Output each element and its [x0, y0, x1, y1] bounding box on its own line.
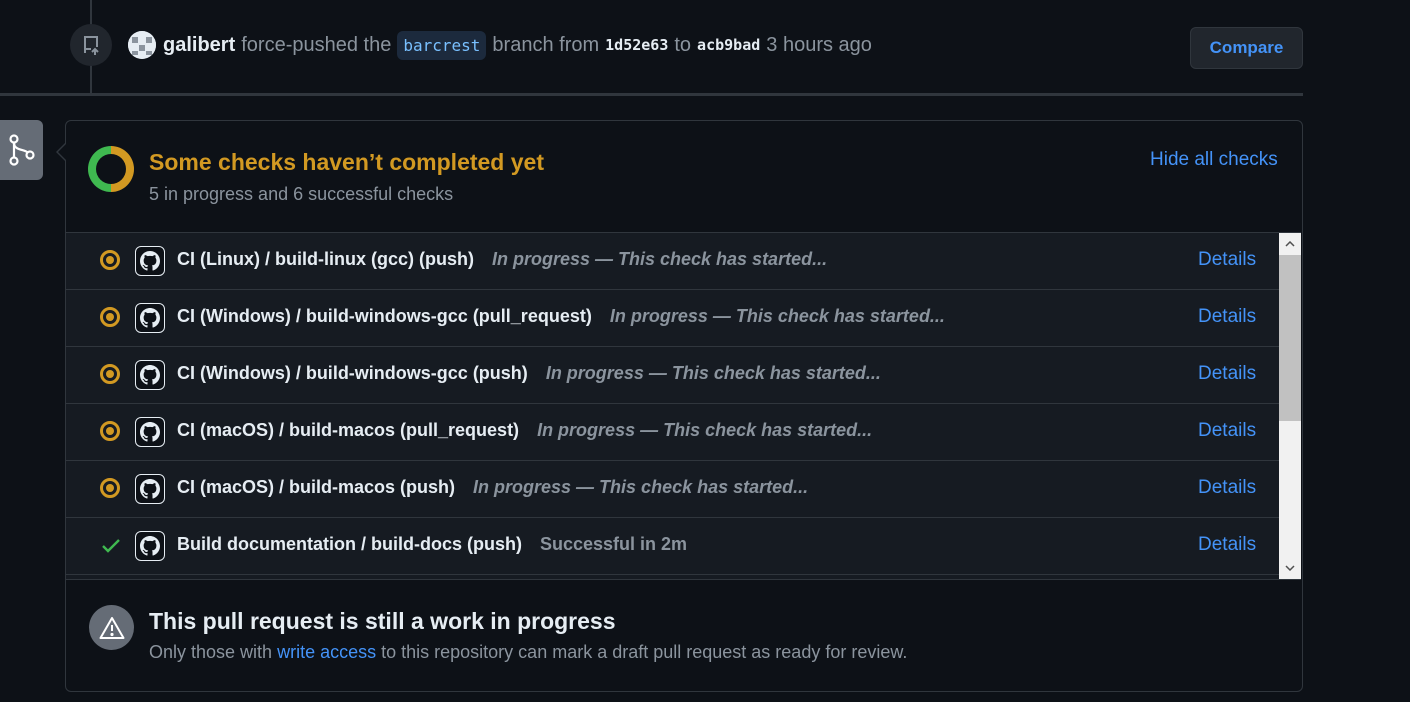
- check-description: In progress — This check has started...: [545, 363, 881, 383]
- write-access-link[interactable]: write access: [277, 642, 376, 662]
- draft-status-text: Only those with write access to this rep…: [149, 642, 907, 663]
- checks-subtitle: 5 in progress and 6 successful checks: [149, 184, 454, 204]
- check-name: CI (Linux) / build-linux (gcc) (push) In …: [177, 249, 827, 270]
- checks-progress-ring: [88, 146, 134, 192]
- check-description: In progress — This check has started...: [473, 477, 809, 497]
- hide-all-checks-link[interactable]: Hide all checks: [1150, 149, 1278, 171]
- check-description: In progress — This check has started...: [491, 249, 828, 269]
- actor-link[interactable]: galibert: [163, 34, 235, 57]
- compare-button[interactable]: Compare: [1190, 27, 1303, 69]
- details-link[interactable]: Details: [1198, 534, 1256, 556]
- repo-push-icon: [70, 24, 112, 66]
- check-name-text: CI (macOS) / build-macos (push): [177, 477, 456, 497]
- check-name-text: CI (Windows) / build-windows-gcc (pull_r…: [177, 306, 592, 326]
- check-name-text: CI (Windows) / build-windows-gcc (push): [177, 363, 528, 383]
- details-link[interactable]: Details: [1198, 420, 1256, 442]
- event-from-text: branch from: [492, 33, 600, 56]
- event-timestamp[interactable]: 3 hours ago: [766, 34, 872, 57]
- checks-title: Some checks haven’t completed yet: [149, 149, 544, 175]
- check-list[interactable]: CI (Linux) / build-linux (gcc) (push) In …: [66, 232, 1301, 580]
- alert-icon: [89, 605, 134, 650]
- dot-fill-icon: [100, 478, 122, 500]
- details-link[interactable]: Details: [1198, 306, 1256, 328]
- github-mark-icon: [135, 360, 165, 390]
- check-list-scrollbar[interactable]: [1279, 233, 1301, 579]
- github-mark-icon: [135, 417, 165, 447]
- check-name-text: CI (macOS) / build-macos (pull_request): [177, 420, 520, 440]
- check-name: CI (macOS) / build-macos (pull_request) I…: [177, 420, 872, 441]
- timeline-divider: [0, 93, 1303, 96]
- check-row: CI (Windows) / build-windows-gcc (push) I…: [66, 347, 1279, 404]
- check-name: Build documentation / build-docs (push) S…: [177, 534, 687, 555]
- draft-text-after: to this repository can mark a draft pull…: [381, 642, 908, 662]
- force-push-event: galibert force-pushed the barcrest branc…: [128, 30, 872, 60]
- check-row: CI (Windows) / build-windows-gcc (pull_r…: [66, 290, 1279, 347]
- branch-name[interactable]: barcrest: [397, 30, 487, 60]
- scroll-up-icon[interactable]: [1279, 235, 1301, 253]
- github-mark-icon: [135, 531, 165, 561]
- details-link[interactable]: Details: [1198, 363, 1256, 385]
- check-name: CI (Windows) / build-windows-gcc (push) I…: [177, 363, 881, 384]
- dot-fill-icon: [100, 364, 122, 386]
- check-row: CI (macOS) / build-macos (push) In progre…: [66, 461, 1279, 518]
- dot-fill-icon: [100, 307, 122, 329]
- check-icon: [100, 535, 122, 557]
- check-row: CI (macOS) / build-macos (pull_request) I…: [66, 404, 1279, 461]
- details-link[interactable]: Details: [1198, 249, 1256, 271]
- check-name: CI (Windows) / build-windows-gcc (pull_r…: [177, 306, 945, 327]
- avatar[interactable]: [128, 31, 156, 59]
- check-name-text: Build documentation / build-docs (push): [177, 534, 522, 554]
- check-description: In progress — This check has started...: [609, 306, 945, 326]
- github-mark-icon: [135, 474, 165, 504]
- draft-text-before: Only those with: [149, 642, 273, 662]
- event-to-text: to: [674, 33, 692, 56]
- check-description: Successful in 2m: [539, 534, 688, 554]
- check-row: CI (Linux) / build-linux (gcc) (push) In …: [66, 233, 1279, 290]
- panel-caret-inner: [58, 144, 66, 160]
- check-row: Build documentation / build-docs (push) S…: [66, 518, 1279, 575]
- dot-fill-icon: [100, 250, 122, 272]
- details-link[interactable]: Details: [1198, 477, 1256, 499]
- scroll-down-icon[interactable]: [1279, 559, 1301, 577]
- to-commit-sha[interactable]: acb9bad: [697, 36, 760, 54]
- check-description: In progress — This check has started...: [537, 420, 873, 440]
- github-mark-icon: [135, 246, 165, 276]
- dot-fill-icon: [100, 421, 122, 443]
- scrollbar-thumb[interactable]: [1279, 255, 1301, 421]
- git-merge-icon: [0, 120, 43, 180]
- draft-status-title: This pull request is still a work in pro…: [149, 608, 616, 634]
- from-commit-sha[interactable]: 1d52e63: [605, 36, 668, 54]
- github-mark-icon: [135, 303, 165, 333]
- check-name: CI (macOS) / build-macos (push) In progre…: [177, 477, 808, 498]
- check-name-text: CI (Linux) / build-linux (gcc) (push): [177, 249, 474, 269]
- event-action-text: force-pushed the: [241, 33, 392, 56]
